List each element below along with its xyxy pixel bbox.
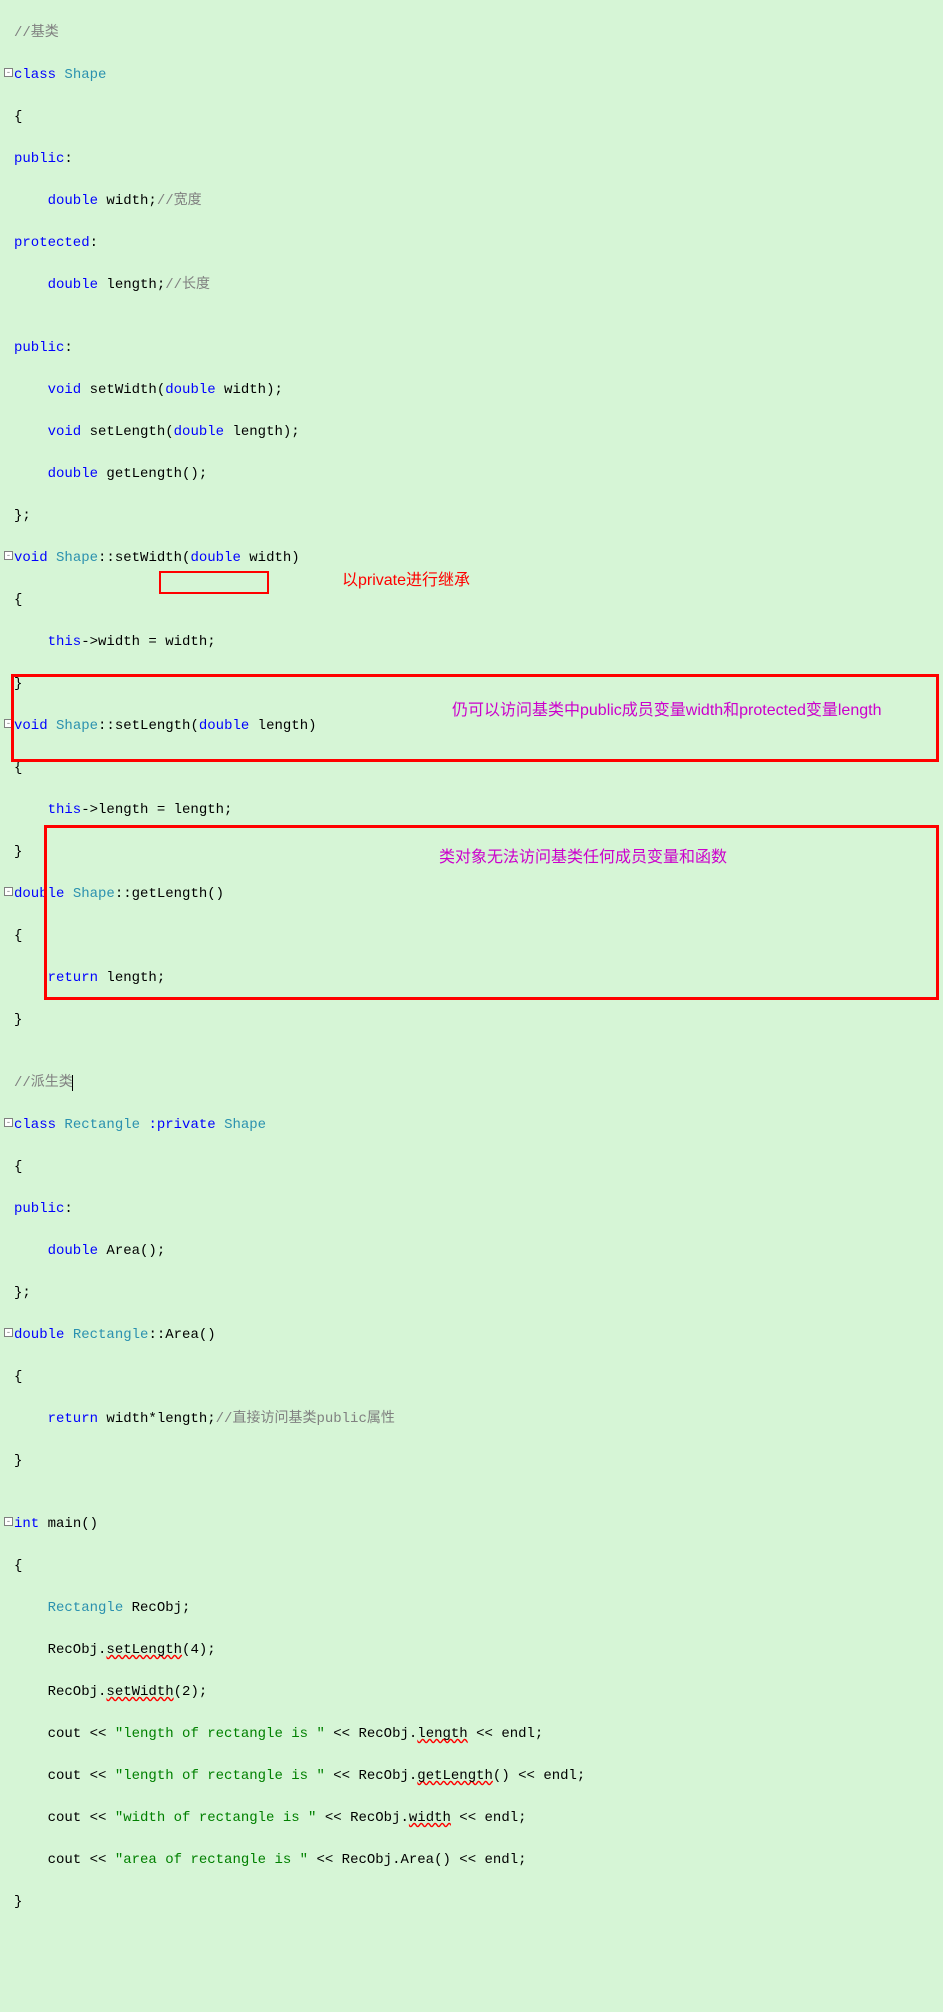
code-line: double getLength(); (4, 464, 939, 485)
code-line: double Area(); (4, 1241, 939, 1262)
code-line: this->length = length; (4, 800, 939, 821)
code-line: -void Shape::setLength(double length) (4, 716, 939, 737)
error-marker: getLength (417, 1768, 493, 1784)
error-marker: setWidth (106, 1684, 173, 1700)
fold-icon[interactable]: - (4, 1118, 13, 1127)
code-line: { (4, 590, 939, 611)
code-line: cout << "area of rectangle is " << RecOb… (4, 1850, 939, 1871)
code-line: } (4, 1010, 939, 1031)
code-line: { (4, 758, 939, 779)
code-line: double width;//宽度 (4, 191, 939, 212)
code-line: -class Rectangle :private Shape (4, 1115, 939, 1136)
code-line: -double Rectangle::Area() (4, 1325, 939, 1346)
fold-icon[interactable]: - (4, 719, 13, 728)
code-line: return width*length;//直接访问基类public属性 (4, 1409, 939, 1430)
code-line: double length;//长度 (4, 275, 939, 296)
code-line: }; (4, 506, 939, 527)
code-line: } (4, 1892, 939, 1913)
code-line: { (4, 107, 939, 128)
code-editor: //基类 -class Shape { public: double width… (4, 2, 939, 2012)
code-line: cout << "width of rectangle is " << RecO… (4, 1808, 939, 1829)
fold-icon[interactable]: - (4, 887, 13, 896)
code-line: public: (4, 338, 939, 359)
fold-icon[interactable]: - (4, 68, 13, 77)
code-line: public: (4, 149, 939, 170)
code-line: -void Shape::setWidth(double width) (4, 548, 939, 569)
fold-icon[interactable]: - (4, 551, 13, 560)
error-marker: width (409, 1810, 451, 1826)
code-line: } (4, 1451, 939, 1472)
annotation-private: 以private进行继承 (342, 570, 470, 591)
code-line: { (4, 1367, 939, 1388)
error-marker: length (417, 1726, 467, 1742)
fold-icon[interactable]: - (4, 1517, 13, 1526)
code-line: { (4, 926, 939, 947)
code-line: //基类 (4, 23, 939, 44)
code-line: void setWidth(double width); (4, 380, 939, 401)
fold-icon[interactable]: - (4, 1328, 13, 1337)
code-line: cout << "length of rectangle is " << Rec… (4, 1724, 939, 1745)
code-line: -double Shape::getLength() (4, 884, 939, 905)
code-line: { (4, 1556, 939, 1577)
code-line: RecObj.setWidth(2); (4, 1682, 939, 1703)
code-line: -class Shape (4, 65, 939, 86)
code-line: public: (4, 1199, 939, 1220)
code-line: protected: (4, 233, 939, 254)
code-line: } (4, 842, 939, 863)
code-line: -int main() (4, 1514, 939, 1535)
code-line: }; (4, 1283, 939, 1304)
code-line: void setLength(double length); (4, 422, 939, 443)
error-marker: setLength (106, 1642, 182, 1658)
code-line: } (4, 674, 939, 695)
code-line: { (4, 1157, 939, 1178)
code-line: return length; (4, 968, 939, 989)
code-line: //派生类 (4, 1073, 939, 1094)
code-line: RecObj.setLength(4); (4, 1640, 939, 1661)
code-line: this->width = width; (4, 632, 939, 653)
code-line: cout << "length of rectangle is " << Rec… (4, 1766, 939, 1787)
code-line: Rectangle RecObj; (4, 1598, 939, 1619)
